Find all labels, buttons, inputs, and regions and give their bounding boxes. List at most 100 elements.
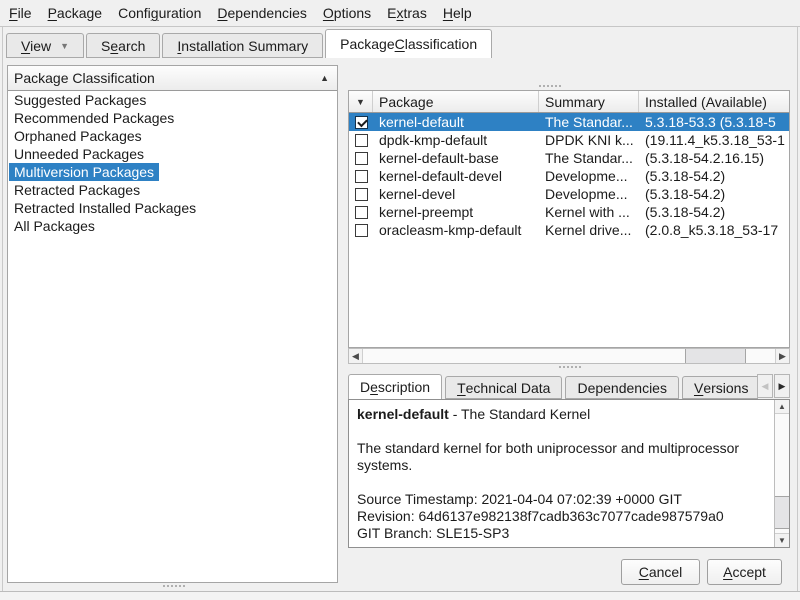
scroll-left-icon[interactable]: ◀ <box>349 349 363 363</box>
package-title-suffix: - The Standard Kernel <box>449 406 590 422</box>
table-row[interactable]: kernel-default The Standar... 5.3.18-53.… <box>349 113 789 131</box>
cell-installed: (5.3.18-54.2) <box>639 186 789 202</box>
tab-search[interactable]: Search <box>86 33 160 58</box>
cell-installed: (5.3.18-54.2.16.15) <box>639 150 789 166</box>
detail-tab-bar: Description Technical Data Dependencies … <box>348 374 790 399</box>
menu-bar: File Package Configuration Dependencies … <box>0 0 800 27</box>
scroll-right-icon[interactable]: ▶ <box>775 349 789 363</box>
classification-list-header[interactable]: Package Classification ▲ <box>8 66 337 91</box>
cell-summary: Developme... <box>539 186 639 202</box>
sort-descending-icon: ▼ <box>356 97 365 107</box>
cell-package: kernel-preempt <box>373 204 539 220</box>
row-checkbox[interactable] <box>355 224 368 237</box>
list-item-recommended[interactable]: Recommended Packages <box>8 109 337 127</box>
description-vertical-scrollbar[interactable]: ▲ ▼ <box>774 400 789 547</box>
cell-package: oracleasm-kmp-default <box>373 222 539 238</box>
list-item-suggested[interactable]: Suggested Packages <box>8 91 337 109</box>
cell-summary: Kernel with ... <box>539 204 639 220</box>
detail-tab-row: Description Technical Data Dependencies … <box>348 374 758 399</box>
row-checkbox[interactable] <box>355 152 368 165</box>
vscrollbar-thumb[interactable] <box>775 496 789 529</box>
splitter-handle[interactable] <box>559 366 581 368</box>
tab-view[interactable]: View ▼ <box>6 33 84 58</box>
menu-extras[interactable]: Extras <box>379 1 435 25</box>
column-header-package[interactable]: Package <box>373 91 539 112</box>
table-horizontal-scrollbar[interactable]: ◀ ▶ <box>348 348 790 364</box>
scroll-down-icon[interactable]: ▼ <box>775 533 789 547</box>
menu-configuration[interactable]: Configuration <box>110 1 209 25</box>
cell-installed: (5.3.18-54.2) <box>639 168 789 184</box>
chevron-down-icon: ▼ <box>60 41 69 51</box>
list-item-retracted[interactable]: Retracted Packages <box>8 181 337 199</box>
cell-summary: DPDK KNI k... <box>539 132 639 148</box>
tab-scroll-right-icon[interactable]: ▶ <box>774 374 790 398</box>
cell-summary: The Standar... <box>539 114 639 130</box>
list-item-unneeded[interactable]: Unneeded Packages <box>8 145 337 163</box>
tab-technical-data[interactable]: Technical Data <box>445 376 562 399</box>
menu-dependencies[interactable]: Dependencies <box>209 1 315 25</box>
table-row[interactable]: kernel-default-devel Developme... (5.3.1… <box>349 167 789 185</box>
window-frame-right <box>797 27 798 591</box>
package-table-header: ▼ Package Summary Installed (Available) <box>349 91 789 113</box>
cell-package: kernel-default <box>373 114 539 130</box>
tab-package-classification[interactable]: Package Classification <box>325 29 492 58</box>
list-item-retracted-installed[interactable]: Retracted Installed Packages <box>8 199 337 217</box>
git-branch: GIT Branch: SLE15-SP3 <box>357 525 772 542</box>
table-row[interactable]: kernel-default-base The Standar... (5.3.… <box>349 149 789 167</box>
row-checkbox[interactable] <box>355 134 368 147</box>
table-row[interactable]: kernel-preempt Kernel with ... (5.3.18-5… <box>349 203 789 221</box>
hscrollbar-thumb[interactable] <box>685 349 746 363</box>
table-row[interactable]: dpdk-kmp-default DPDK KNI k... (19.11.4_… <box>349 131 789 149</box>
splitter-handle[interactable] <box>163 585 185 587</box>
cell-installed: (2.0.8_k5.3.18_53-17 <box>639 222 789 238</box>
table-row[interactable]: kernel-devel Developme... (5.3.18-54.2) <box>349 185 789 203</box>
tab-versions[interactable]: Versions <box>682 376 758 399</box>
cell-installed: (5.3.18-54.2) <box>639 204 789 220</box>
list-item-label: Retracted Packages <box>9 181 145 199</box>
tab-dependencies[interactable]: Dependencies <box>565 376 679 399</box>
table-row[interactable]: oracleasm-kmp-default Kernel drive... (2… <box>349 221 789 239</box>
window-frame-left <box>2 27 3 591</box>
description-body: The standard kernel for both uniprocesso… <box>357 440 772 474</box>
menu-help[interactable]: Help <box>435 1 480 25</box>
list-item-label: Multiversion Packages <box>9 163 159 181</box>
cell-installed: (19.11.4_k5.3.18_53-1 <box>639 132 789 148</box>
cell-summary: Developme... <box>539 168 639 184</box>
package-table: ▼ Package Summary Installed (Available) … <box>348 90 790 348</box>
column-header-installed[interactable]: Installed (Available) <box>639 91 789 112</box>
description-pane: kernel-default - The Standard Kernel The… <box>348 399 790 548</box>
menu-package[interactable]: Package <box>40 1 111 25</box>
list-item-label: Orphaned Packages <box>9 127 147 145</box>
row-checkbox[interactable] <box>355 206 368 219</box>
list-item-multiversion[interactable]: Multiversion Packages <box>8 163 337 181</box>
cancel-button[interactable]: Cancel <box>621 559 700 585</box>
filter-tab-bar: View ▼ Search Installation Summary Packa… <box>6 29 494 58</box>
tab-description[interactable]: Description <box>348 374 442 399</box>
description-content: kernel-default - The Standard Kernel The… <box>349 400 774 547</box>
column-header-status[interactable]: ▼ <box>349 91 373 112</box>
column-header-summary[interactable]: Summary <box>539 91 639 112</box>
row-checkbox[interactable] <box>355 116 368 129</box>
sort-ascending-icon: ▲ <box>320 73 329 83</box>
list-item-all-packages[interactable]: All Packages <box>8 217 337 235</box>
splitter-handle[interactable] <box>539 85 561 87</box>
row-checkbox[interactable] <box>355 188 368 201</box>
cell-summary: Kernel drive... <box>539 222 639 238</box>
package-name: kernel-default <box>357 406 449 422</box>
accept-button[interactable]: Accept <box>707 559 782 585</box>
tab-installation-summary[interactable]: Installation Summary <box>162 33 323 58</box>
list-item-label: All Packages <box>9 217 100 235</box>
list-item-label: Unneeded Packages <box>9 145 149 163</box>
list-item-label: Suggested Packages <box>9 91 151 109</box>
scroll-up-icon[interactable]: ▲ <box>775 400 789 414</box>
cell-package: kernel-default-devel <box>373 168 539 184</box>
list-item-label: Recommended Packages <box>9 109 179 127</box>
tab-scroll-left-icon: ◀ <box>757 374 773 398</box>
cell-package: kernel-default-base <box>373 150 539 166</box>
row-checkbox[interactable] <box>355 170 368 183</box>
revision: Revision: 64d6137e982138f7cadb363c7077ca… <box>357 508 772 525</box>
menu-options[interactable]: Options <box>315 1 379 25</box>
cell-package: kernel-devel <box>373 186 539 202</box>
menu-file[interactable]: File <box>1 1 40 25</box>
list-item-orphaned[interactable]: Orphaned Packages <box>8 127 337 145</box>
